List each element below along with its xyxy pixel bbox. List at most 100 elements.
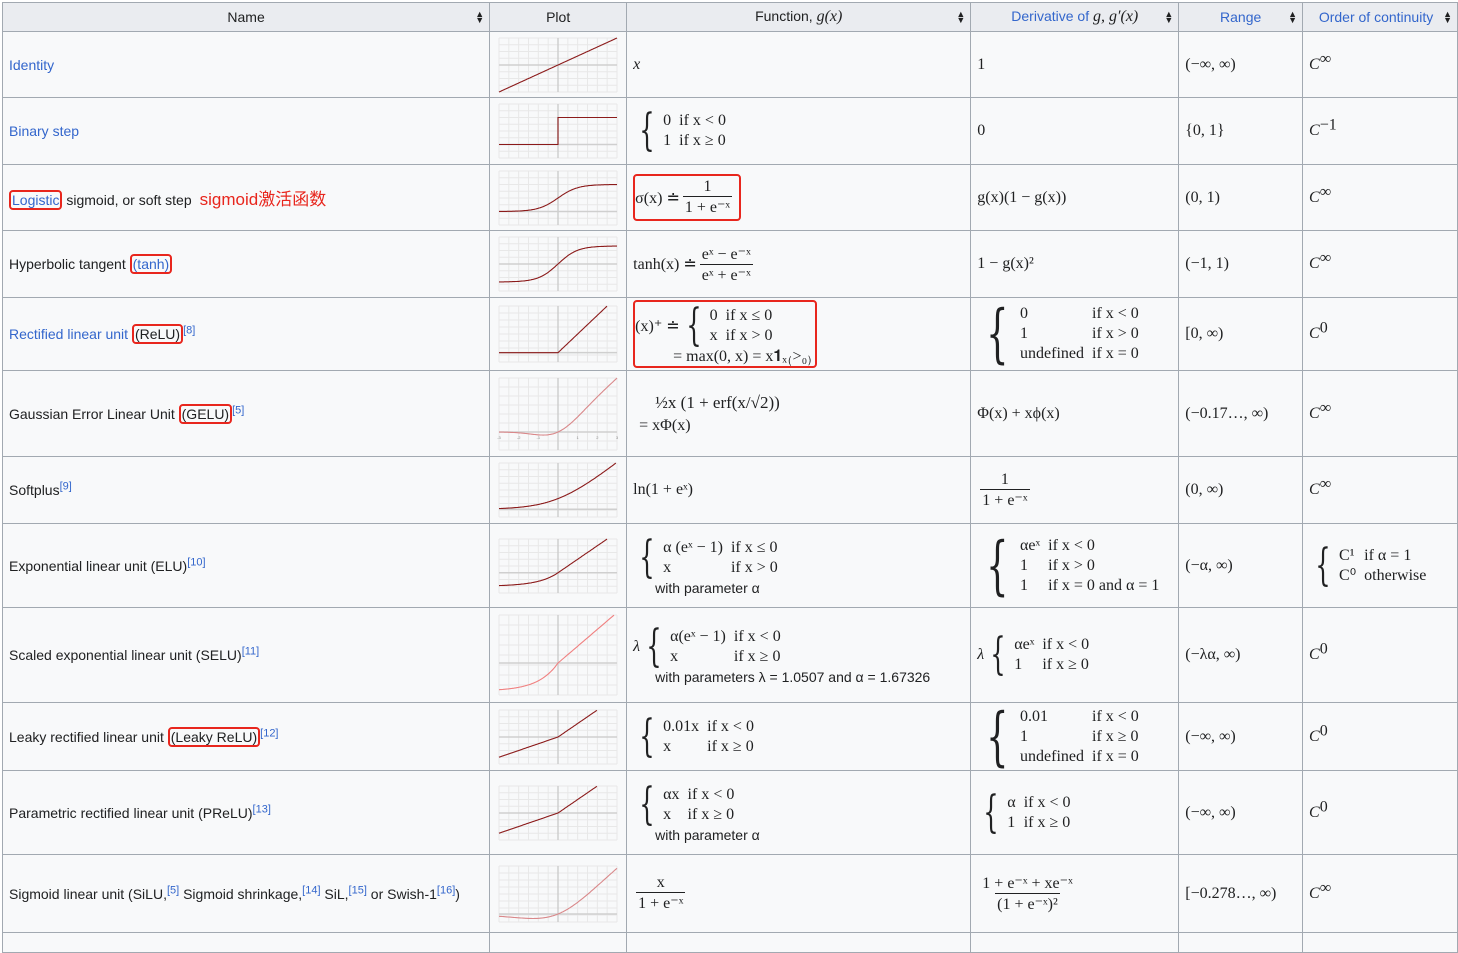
table-header-row: Name ▲ ▼ Plot Function, g(x) ▲ ▼ Derivative …: [1, 2, 1458, 32]
case-term: otherwise: [1364, 566, 1427, 584]
plot-elu: [498, 538, 618, 593]
reference-link[interactable]: [8]: [183, 324, 195, 336]
range-cell: (−0.17…, ∞): [1178, 370, 1304, 457]
reference-link[interactable]: [16]: [437, 884, 455, 896]
sort-updown-icon[interactable]: ▲ ▼: [1443, 10, 1452, 25]
reference-link[interactable]: [10]: [187, 556, 205, 568]
table-row: Exponential linear unit (ELU)[10] {α (eˣ…: [1, 523, 1458, 608]
highlighted-formula: (x)⁺ ≐{0 if x ≤ 0 x if x > 0 = max(0, x) = x…: [633, 300, 817, 368]
sort-updown-icon[interactable]: ▲ ▼: [956, 10, 965, 25]
sort-updown-icon[interactable]: ▲ ▼: [475, 10, 484, 25]
range-link[interactable]: Range: [1220, 9, 1261, 25]
function-cell: {α (eˣ − 1) if x ≤ 0 x if x > 0 with paramet…: [626, 523, 972, 608]
range-cell: (−λα, ∞): [1178, 607, 1304, 703]
continuity-cell: C−1: [1302, 97, 1458, 165]
derivative-cell: {α if x < 0 1 if x ≥ 0: [970, 770, 1180, 855]
reference-link[interactable]: [12]: [260, 727, 278, 739]
name-text: Sigmoid linear unit (SiLU,: [9, 885, 167, 902]
column-header-range[interactable]: Range ▲ ▼: [1178, 2, 1304, 32]
name-cell: Softplus[9]: [1, 456, 491, 524]
function-cell: ½x (1 + erf(x/√2)) = xΦ(x): [626, 370, 972, 457]
case-term: if x < 0: [733, 628, 781, 645]
plot-identity: [498, 37, 618, 92]
case-term: undefined: [1020, 345, 1084, 362]
case-term: α: [1007, 793, 1016, 811]
binary-step-link[interactable]: Binary step: [9, 123, 79, 139]
function-cell: {0 if x < 0 1 if x ≥ 0: [626, 97, 972, 165]
derivative-cell: 0: [970, 97, 1180, 165]
case-term: 0: [1020, 305, 1029, 322]
column-header-derivative[interactable]: Derivative of g, g′(x) ▲ ▼: [970, 2, 1180, 32]
case-term: if x ≥ 0: [1042, 656, 1089, 673]
name-cell: Parametric rectified linear unit (PReLU)…: [1, 770, 491, 855]
column-header-function[interactable]: Function, g(x) ▲ ▼: [626, 2, 972, 32]
identity-link[interactable]: Identity: [9, 57, 54, 73]
derivative-cell: Φ(x) + xϕ(x): [970, 370, 1180, 457]
continuity-cell: C0: [1302, 607, 1458, 703]
case-term: if x ≥ 0: [687, 805, 735, 823]
derivative-cell: λ{αeˣ if x < 0 1 if x ≥ 0: [970, 607, 1180, 703]
reference-link[interactable]: [13]: [253, 803, 271, 815]
highlighted-formula: σ(x) ≐ 1 1 + e⁻ˣ: [633, 174, 742, 221]
reference-link[interactable]: [5]: [232, 404, 244, 416]
name-cell: Exponential linear unit (ELU)[10]: [1, 523, 491, 608]
brace-symbol: {: [639, 710, 655, 762]
table-row: Sigmoid linear unit (SiLU,[5] Sigmoid sh…: [1, 854, 1458, 933]
name-cell: Leaky rectified linear unit (Leaky ReLU)…: [1, 702, 491, 771]
tanh-link[interactable]: (tanh): [129, 254, 173, 274]
brace-symbol: {: [990, 629, 1006, 680]
reference-link[interactable]: [15]: [349, 884, 367, 896]
sort-updown-icon[interactable]: ▲ ▼: [1164, 10, 1173, 25]
continuity-link[interactable]: Order of continuity: [1319, 9, 1433, 25]
plot-cell: [489, 456, 628, 524]
case-term: if x ≥ 0: [707, 737, 754, 755]
name-cell: Scaled exponential linear unit (SELU)[11…: [1, 607, 491, 703]
brace-symbol: {: [986, 297, 1009, 371]
range-cell: (0, 1): [1178, 164, 1304, 231]
table-row: Leaky rectified linear unit (Leaky ReLU)…: [1, 702, 1458, 771]
reference-link[interactable]: [5]: [167, 884, 179, 896]
plot-cell: [489, 770, 628, 855]
plot-binary-step: [498, 103, 618, 159]
reference-link[interactable]: [9]: [60, 480, 72, 492]
case-term: if x = 0: [1092, 747, 1139, 765]
range-cell: (−∞, ∞): [1178, 770, 1304, 855]
table-row: Gaussian Error Linear Unit (GELU) [5] -3-…: [1, 370, 1458, 457]
range-cell: [0, ∞): [1178, 297, 1304, 371]
case-term: if x < 0: [1092, 707, 1139, 725]
function-cell: ln(1 + eˣ): [626, 456, 972, 524]
sort-updown-icon[interactable]: ▲ ▼: [1288, 10, 1297, 25]
plot-cell: [489, 164, 628, 231]
plot-silu: [498, 865, 618, 922]
case-term: x: [709, 327, 718, 344]
tick-label: 3: [616, 435, 619, 440]
case-term: if x > 0: [1092, 325, 1139, 342]
function-cell: λ{α(eˣ − 1) if x < 0 x if x ≥ 0 with paramet…: [626, 607, 972, 703]
reference-link[interactable]: [11]: [242, 645, 260, 657]
derivative-cell: {αeˣ if x < 0 1 if x > 0 1 if x = 0 and α = 1: [970, 523, 1180, 608]
logistic-link[interactable]: Logistic: [9, 190, 63, 210]
range-cell: [−0.278…, ∞): [1178, 854, 1304, 933]
continuity-cell: C∞: [1302, 456, 1458, 524]
plot-cell: [489, 702, 628, 771]
range-cell: {0, 1}: [1178, 97, 1304, 165]
plot-cell: [489, 523, 628, 608]
reference-link[interactable]: [14]: [302, 884, 320, 896]
range-cell: (−α, ∞): [1178, 523, 1304, 608]
plot-softplus: [498, 462, 618, 518]
derivative-link[interactable]: Derivative of: [1011, 8, 1093, 24]
case-term: x: [663, 805, 672, 823]
plot-cell: [489, 31, 628, 98]
case-term: C⁰: [1339, 566, 1357, 584]
column-header-continuity[interactable]: Order of continuity ▲ ▼: [1302, 2, 1458, 32]
case-term: 1: [1020, 556, 1029, 574]
case-term: if x < 0: [707, 717, 754, 735]
case-term: 0.01x: [663, 717, 700, 735]
case-term: undefined: [1020, 747, 1084, 765]
relu-link[interactable]: Rectified linear unit: [9, 326, 128, 342]
case-term: 1: [1014, 656, 1023, 673]
case-term: if x < 0: [1042, 636, 1090, 653]
column-header-name[interactable]: Name ▲ ▼: [1, 2, 491, 32]
table-row: Rectified linear unit (ReLU) [8] (x)⁺ ≐{0…: [1, 297, 1458, 371]
plot-prelu: [498, 785, 618, 840]
